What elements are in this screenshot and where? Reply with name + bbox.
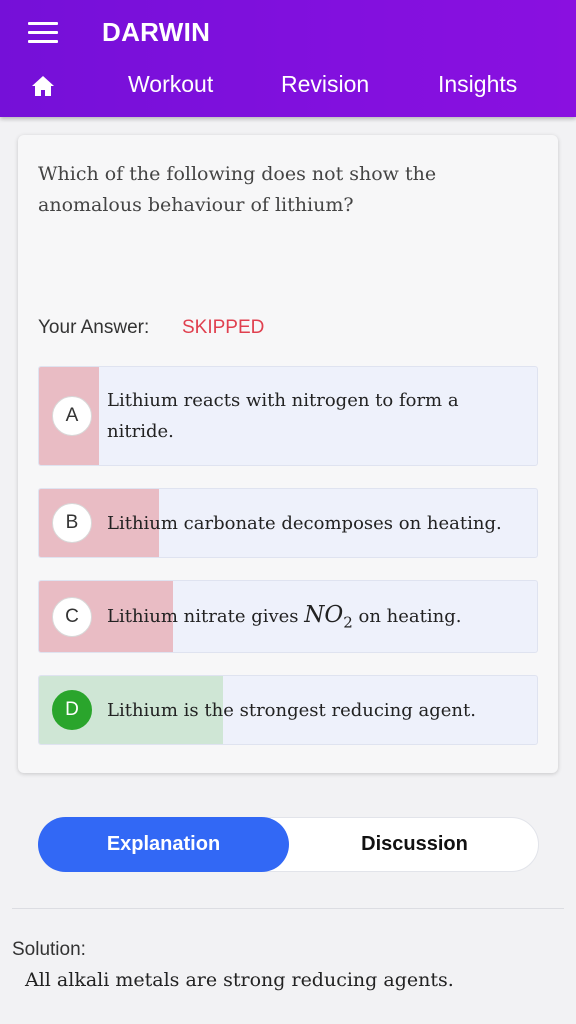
app-bar: DARWIN Workout Revision Insights — [0, 0, 576, 117]
solution-text: All alkali metals are strong reducing ag… — [25, 969, 454, 991]
option-d-letter: D — [52, 690, 92, 730]
explanation-tab[interactable]: Explanation — [38, 817, 289, 872]
option-d-text: Lithium is the strongest reducing agent. — [107, 700, 476, 721]
tab-insights[interactable]: Insights — [438, 71, 517, 98]
option-b-text: Lithium carbonate decomposes on heating. — [107, 513, 502, 534]
divider — [12, 908, 564, 909]
option-c-text: Lithium nitrate gives NO2 on heating. — [107, 600, 527, 639]
option-a-text: Lithium reacts with nitrogen to form a n… — [107, 390, 459, 442]
home-icon[interactable] — [31, 74, 55, 98]
option-b[interactable]: B Lithium carbonate decomposes on heatin… — [38, 488, 538, 558]
option-b-letter: B — [52, 503, 92, 543]
option-a-letter: A — [52, 396, 92, 436]
tab-revision[interactable]: Revision — [281, 71, 369, 98]
option-c-text-after: on heating. — [352, 606, 462, 627]
question-card: Which of the following does not show the… — [18, 135, 558, 773]
solution-label: Solution: — [12, 939, 86, 960]
option-c[interactable]: C Lithium nitrate gives NO2 on heating. — [38, 580, 538, 653]
tab-workout[interactable]: Workout — [128, 71, 213, 98]
answer-status: SKIPPED — [182, 317, 265, 338]
option-d[interactable]: D Lithium is the strongest reducing agen… — [38, 675, 538, 745]
option-a[interactable]: A Lithium reacts with nitrogen to form a… — [38, 366, 538, 466]
no2-formula: NO2 — [304, 602, 353, 632]
option-c-letter: C — [52, 597, 92, 637]
question-text: Which of the following does not show the… — [38, 163, 437, 216]
menu-icon[interactable] — [28, 22, 58, 44]
explanation-discussion-toggle: Explanation Discussion — [38, 817, 539, 872]
discussion-tab[interactable]: Discussion — [289, 817, 540, 872]
option-c-text-before: Lithium nitrate gives — [107, 606, 305, 627]
your-answer-label: Your Answer: — [38, 317, 150, 338]
app-title: DARWIN — [102, 17, 211, 47]
